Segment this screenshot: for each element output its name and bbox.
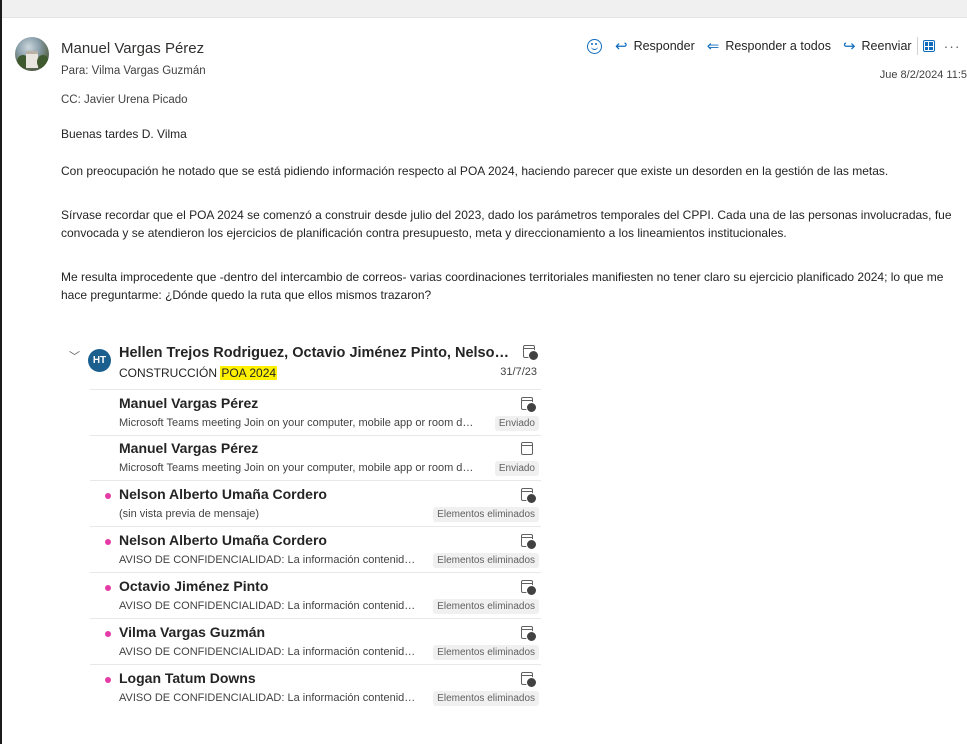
reply-label: Responder bbox=[633, 39, 695, 53]
message-sender: Nelson Alberto Umaña Cordero bbox=[119, 486, 327, 502]
toolbar-divider bbox=[916, 37, 918, 55]
unread-dot-icon bbox=[105, 677, 111, 683]
chevron-down-icon[interactable]: ﹀ bbox=[69, 348, 80, 364]
calendar-icon bbox=[521, 672, 537, 688]
avatar: HT bbox=[88, 349, 111, 372]
body-paragraph-2: Sírvase recordar que el POA 2024 se come… bbox=[61, 208, 952, 240]
message-preview: Microsoft Teams meeting Join on your com… bbox=[119, 417, 475, 429]
message-sender: Vilma Vargas Guzmán bbox=[119, 624, 266, 640]
forward-button[interactable]: ↪ Reenviar bbox=[843, 39, 912, 54]
thread-message-row[interactable]: Logan Tatum Downs AVISO DE CONFIDENCIALI… bbox=[90, 665, 541, 710]
thread-date: 31/7/23 bbox=[500, 366, 537, 378]
thread-message-row[interactable]: Nelson Alberto Umaña Cordero AVISO DE CO… bbox=[90, 527, 541, 573]
thread-message-row[interactable]: Manuel Vargas Pérez Microsoft Teams meet… bbox=[90, 389, 541, 436]
folder-badge: Elementos eliminados bbox=[433, 553, 539, 568]
body-paragraph-1: Con preocupación he notado que se está p… bbox=[61, 164, 889, 178]
message-preview: AVISO DE CONFIDENCIALIDAD: La informació… bbox=[119, 554, 419, 566]
sender-name[interactable]: Manuel Vargas Pérez bbox=[61, 40, 204, 57]
message-preview: AVISO DE CONFIDENCIALIDAD: La informació… bbox=[119, 646, 419, 658]
reply-all-arrow-icon: ⇐ bbox=[706, 37, 720, 55]
calendar-icon bbox=[521, 488, 537, 504]
folder-badge: Elementos eliminados bbox=[433, 507, 539, 522]
message-sender: Logan Tatum Downs bbox=[119, 670, 256, 686]
to-recipients[interactable]: Para: Vilma Vargas Guzmán bbox=[61, 65, 206, 77]
reply-all-button[interactable]: ⇐ Responder a todos bbox=[707, 39, 831, 54]
sender-avatar[interactable] bbox=[15, 37, 49, 71]
message-preview: (sin vista previa de mensaje) bbox=[119, 508, 260, 520]
thread-participants: Hellen Trejos Rodriguez, Octavio Jiménez… bbox=[119, 345, 514, 361]
message-preview: Microsoft Teams meeting Join on your com… bbox=[119, 462, 475, 474]
message-sender: Octavio Jiménez Pinto bbox=[119, 578, 269, 594]
forward-arrow-icon: ↪ bbox=[842, 37, 856, 55]
more-options-icon[interactable]: ··· bbox=[944, 38, 961, 54]
forward-label: Reenviar bbox=[861, 39, 912, 53]
message-actions: ↩ Responder ⇐ Responder a todos ↪ Reenvi… bbox=[587, 36, 961, 56]
message-preview: AVISO DE CONFIDENCIALIDAD: La informació… bbox=[119, 600, 419, 612]
subject-highlight: POA 2024 bbox=[220, 366, 278, 380]
thread-message-row[interactable]: Manuel Vargas Pérez Microsoft Teams meet… bbox=[90, 435, 541, 481]
top-bar bbox=[2, 0, 967, 18]
cc-recipients[interactable]: CC: Javier Urena Picado bbox=[61, 94, 188, 106]
thread-message-row[interactable]: Octavio Jiménez Pinto AVISO DE CONFIDENC… bbox=[90, 573, 541, 619]
reply-arrow-icon: ↩ bbox=[615, 37, 628, 55]
folder-badge: Elementos eliminados bbox=[433, 599, 539, 614]
folder-badge: Elementos eliminados bbox=[433, 645, 539, 660]
message-sender: Manuel Vargas Pérez bbox=[119, 440, 259, 456]
folder-badge: Enviado bbox=[494, 416, 539, 431]
emoji-reaction-icon[interactable] bbox=[587, 38, 602, 54]
calendar-icon bbox=[521, 397, 537, 413]
calendar-icon bbox=[521, 580, 537, 596]
calendar-icon bbox=[523, 345, 539, 361]
window-frame-left bbox=[0, 0, 2, 744]
message-date: Jue 8/2/2024 11:5 bbox=[879, 69, 967, 81]
folder-badge: Enviado bbox=[494, 461, 539, 476]
reply-button[interactable]: ↩ Responder bbox=[615, 39, 695, 54]
calendar-icon bbox=[521, 626, 537, 642]
calendar-icon bbox=[521, 442, 533, 455]
thread-message-row[interactable]: Vilma Vargas Guzmán AVISO DE CONFIDENCIA… bbox=[90, 619, 541, 665]
thread-subject: CONSTRUCCIÓN POA 2024 bbox=[119, 366, 278, 380]
unread-dot-icon bbox=[105, 631, 111, 637]
unread-dot-icon bbox=[105, 493, 111, 499]
thread-message-row[interactable]: Nelson Alberto Umaña Cordero (sin vista … bbox=[90, 481, 541, 527]
message-preview: AVISO DE CONFIDENCIALIDAD: La informació… bbox=[119, 692, 419, 704]
apps-icon[interactable] bbox=[922, 40, 935, 52]
unread-dot-icon bbox=[105, 539, 111, 545]
message-sender: Nelson Alberto Umaña Cordero bbox=[119, 532, 327, 548]
body-paragraph-3: Me resulta improcedente que -dentro del … bbox=[61, 270, 944, 302]
message-sender: Manuel Vargas Pérez bbox=[119, 395, 259, 411]
reply-all-label: Responder a todos bbox=[725, 39, 831, 53]
thread-header[interactable]: ﹀ HT Hellen Trejos Rodriguez, Octavio Ji… bbox=[61, 332, 541, 384]
unread-dot-icon bbox=[105, 585, 111, 591]
folder-badge: Elementos eliminados bbox=[433, 691, 539, 706]
calendar-icon bbox=[521, 534, 537, 550]
body-greeting: Buenas tardes D. Vilma bbox=[61, 127, 187, 141]
